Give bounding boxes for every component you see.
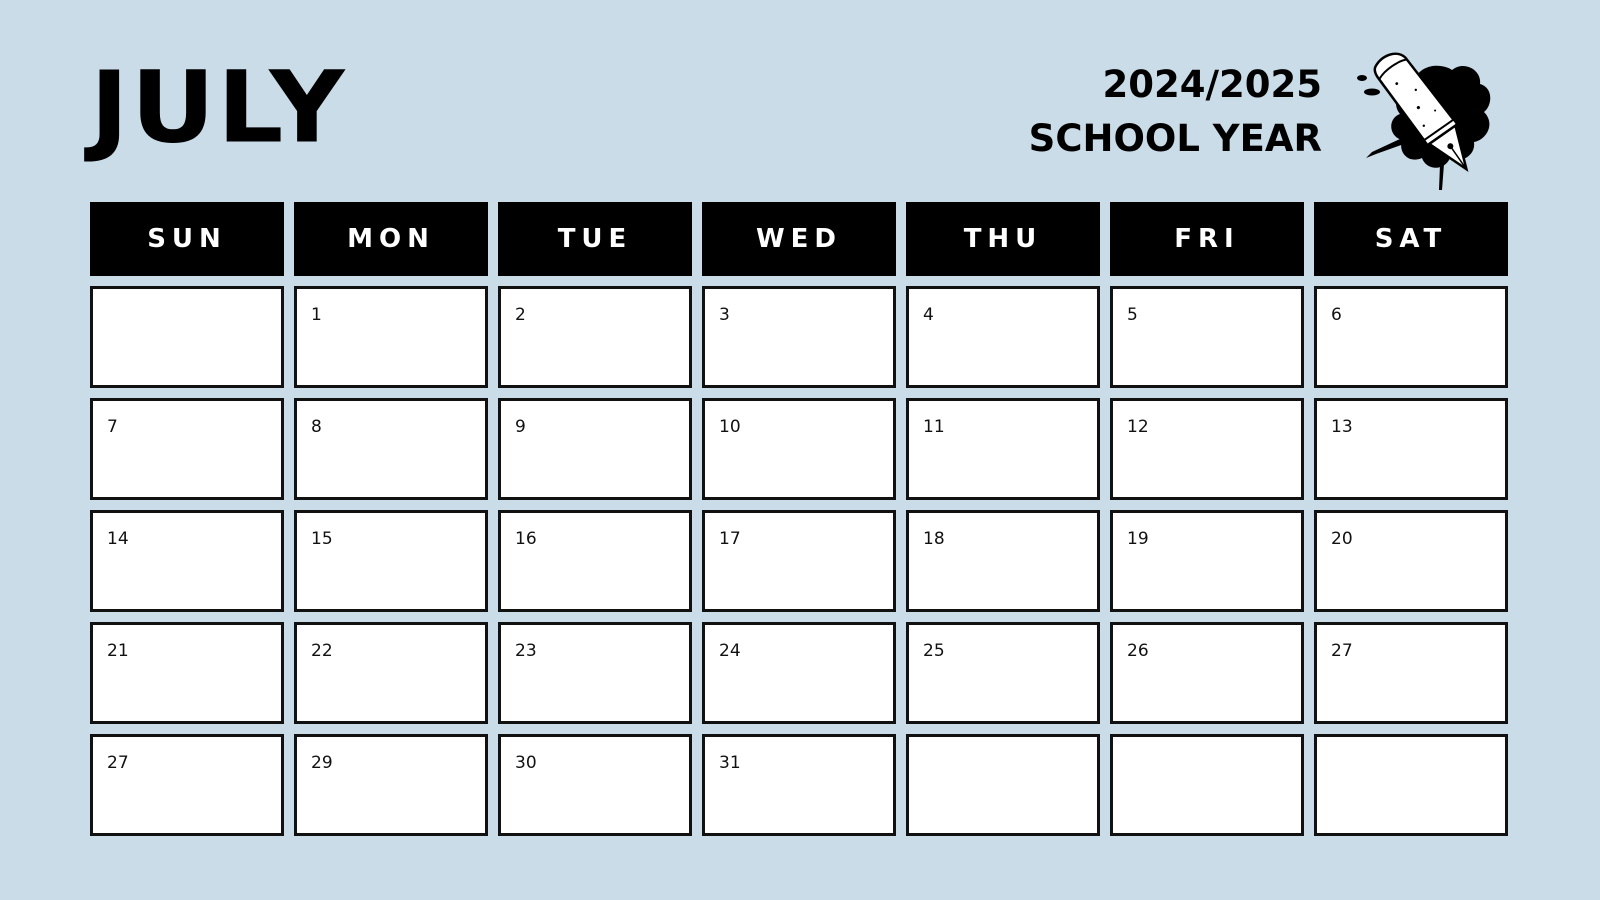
day-cell[interactable]: 21 [90,622,284,724]
day-number: 18 [923,529,945,549]
day-cell[interactable] [1314,734,1508,836]
day-number: 12 [1127,417,1149,437]
day-cell[interactable]: 6 [1314,286,1508,388]
school-year-heading: 2024/2025 SCHOOL YEAR [1029,66,1322,157]
day-cell[interactable]: 3 [702,286,896,388]
day-cell[interactable]: 18 [906,510,1100,612]
weekday-header-sat: SAT [1314,202,1508,276]
weekday-header-tue: TUE [498,202,692,276]
day-cell[interactable]: 7 [90,398,284,500]
day-cell[interactable]: 20 [1314,510,1508,612]
day-cell[interactable] [906,734,1100,836]
day-cell[interactable] [90,286,284,388]
day-cell[interactable]: 12 [1110,398,1304,500]
weekday-header-sun: SUN [90,202,284,276]
day-number: 7 [107,417,118,437]
day-cell[interactable]: 26 [1110,622,1304,724]
day-cell[interactable]: 17 [702,510,896,612]
day-cell[interactable]: 2 [498,286,692,388]
day-number: 17 [719,529,741,549]
day-number: 14 [107,529,129,549]
day-cell[interactable]: 27 [1314,622,1508,724]
day-cell[interactable]: 11 [906,398,1100,500]
day-cell[interactable]: 30 [498,734,692,836]
day-cell[interactable]: 25 [906,622,1100,724]
day-number: 20 [1331,529,1353,549]
day-cell[interactable]: 1 [294,286,488,388]
day-cell[interactable] [1110,734,1304,836]
weekday-header-mon: MON [294,202,488,276]
day-cell[interactable]: 5 [1110,286,1304,388]
day-number: 13 [1331,417,1353,437]
day-cell[interactable]: 13 [1314,398,1508,500]
day-number: 3 [719,305,730,325]
day-cell[interactable]: 9 [498,398,692,500]
day-cell[interactable]: 15 [294,510,488,612]
day-cell[interactable]: 29 [294,734,488,836]
day-number: 8 [311,417,322,437]
day-number: 30 [515,753,537,773]
calendar-grid: SUN MON TUE WED THU FRI SAT 1 2 3 4 5 6 … [90,202,1510,846]
day-cell[interactable]: 10 [702,398,896,500]
day-number: 9 [515,417,526,437]
day-number: 25 [923,641,945,661]
day-number: 27 [1331,641,1353,661]
day-cell[interactable]: 22 [294,622,488,724]
day-number: 15 [311,529,333,549]
day-number: 21 [107,641,129,661]
fountain-pen-ink-splatter-icon [1357,52,1491,190]
day-number: 5 [1127,305,1138,325]
day-number: 27 [107,753,129,773]
day-number: 11 [923,417,945,437]
day-cell[interactable]: 31 [702,734,896,836]
day-number: 6 [1331,305,1342,325]
weekday-header-thu: THU [906,202,1100,276]
day-number: 16 [515,529,537,549]
day-number: 19 [1127,529,1149,549]
day-number: 10 [719,417,741,437]
day-cell[interactable]: 27 [90,734,284,836]
day-number: 23 [515,641,537,661]
day-cell[interactable]: 8 [294,398,488,500]
day-cell[interactable]: 14 [90,510,284,612]
day-number: 31 [719,753,741,773]
day-cell[interactable]: 24 [702,622,896,724]
school-year-label: SCHOOL YEAR [1028,117,1322,160]
day-number: 4 [923,305,934,325]
day-cell[interactable]: 23 [498,622,692,724]
day-cell[interactable]: 19 [1110,510,1304,612]
year-range: 2024/2025 [1102,63,1322,106]
day-number: 22 [311,641,333,661]
day-number: 26 [1127,641,1149,661]
day-number: 1 [311,305,322,325]
day-number: 2 [515,305,526,325]
weekday-header-wed: WED [702,202,896,276]
weekday-header-fri: FRI [1110,202,1304,276]
day-cell[interactable]: 4 [906,286,1100,388]
day-cell[interactable]: 16 [498,510,692,612]
month-title: JULY [90,49,347,166]
day-number: 24 [719,641,741,661]
day-number: 29 [311,753,333,773]
